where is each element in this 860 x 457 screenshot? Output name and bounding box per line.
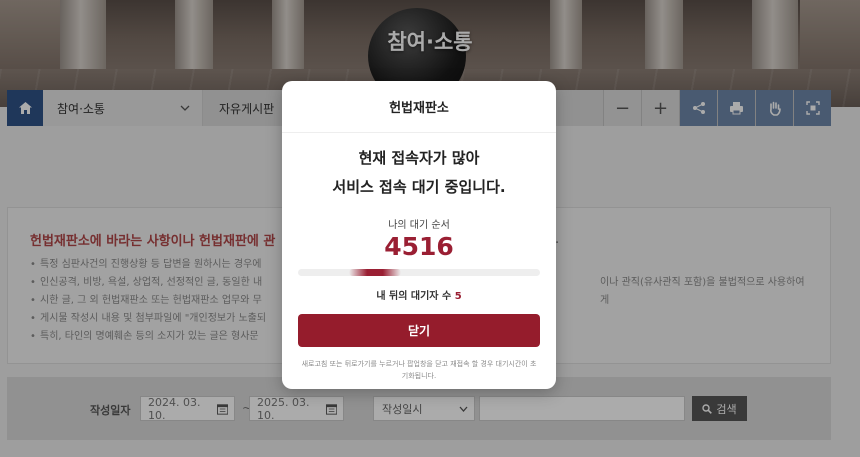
close-button[interactable]: 닫기	[298, 314, 540, 347]
queue-label: 나의 대기 순서	[388, 220, 450, 231]
behind-count: 5	[454, 291, 462, 302]
modal-title: 헌법재판소	[282, 81, 556, 133]
modal-note: 새로고침 또는 뒤로가기를 누르거나 팝업창을 닫고 재접속 할 경우 대기시간…	[301, 360, 537, 380]
queue-progress-indicator	[348, 269, 401, 276]
queue-progress-bar	[298, 269, 540, 276]
waiting-queue-modal: 헌법재판소 현재 접속자가 많아 서비스 접속 대기 중입니다. 나의 대기 순…	[282, 81, 556, 389]
modal-message: 현재 접속자가 많아 서비스 접속 대기 중입니다.	[332, 149, 506, 196]
behind-count-text: 내 뒤의 대기자 수 5	[376, 291, 462, 302]
queue-number: 4516	[384, 232, 454, 261]
